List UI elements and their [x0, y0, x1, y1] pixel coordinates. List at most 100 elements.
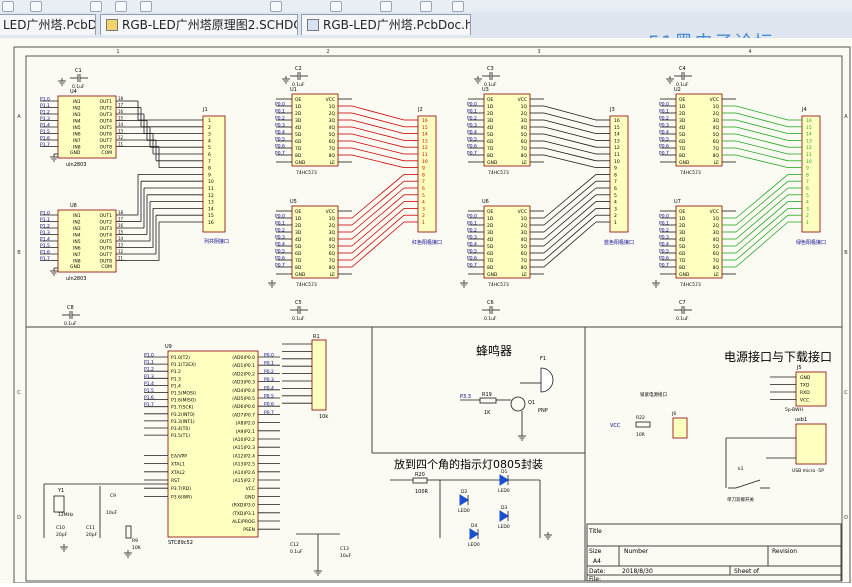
zone-row-label: D [844, 515, 848, 521]
chip-pin-name: 3Q [713, 230, 720, 236]
chip-pin-name: 4D [679, 125, 686, 131]
chip-pin-name: 8Q [329, 153, 336, 159]
pin-number: 15 [118, 230, 124, 235]
net-label: P0.5 [467, 249, 477, 255]
bus-icon[interactable] [330, 1, 342, 12]
capacitor-ref: C2 [295, 66, 302, 72]
chip-pin-name: 3D [679, 230, 686, 236]
capacitor-ref: C7 [679, 300, 686, 306]
pin-number: 14 [422, 132, 428, 138]
new-icon[interactable] [2, 1, 14, 12]
chip-pin-name: LE [714, 272, 720, 278]
chip-name: 74HC573 [488, 282, 509, 288]
chip-name: 74HC573 [488, 170, 509, 176]
tab-htm[interactable]: RGB-LED广州塔.PcbDoc.htm [301, 14, 471, 35]
net-label: P0.2 [275, 116, 285, 122]
chip-pin-name: OUT7 [100, 252, 113, 258]
chip-pin-name: OE [487, 97, 494, 103]
wire-icon[interactable] [270, 1, 282, 12]
undo-icon[interactable] [115, 1, 127, 12]
chip-pin-name: 8Q [713, 265, 720, 271]
pin-number: 18 [118, 96, 124, 101]
net-label: P0.7 [275, 151, 285, 157]
net-label: P0.6 [659, 256, 669, 262]
net-label: P0.4 [659, 242, 669, 248]
chip-pin-name: 6D [679, 251, 686, 257]
place-icon[interactable] [420, 1, 432, 12]
pin-number: 4 [806, 200, 809, 206]
delete-icon[interactable] [452, 1, 464, 12]
chip-ref: U5 [290, 199, 297, 205]
capacitor-value: 0.1uF [64, 321, 77, 327]
chip-pin-name: LE [522, 160, 528, 166]
chip-pin-name: 1Q [713, 104, 720, 110]
connector-name: USB micro -5P [792, 468, 824, 474]
chip-name: uln2803 [66, 276, 86, 282]
chip-pin-name: LE [330, 160, 336, 166]
chip-pin-name: OUT7 [100, 138, 113, 144]
chip-pin-name: OUT8 [100, 145, 113, 151]
capacitor-ref: C13 [340, 546, 349, 552]
resistor-network [311, 339, 327, 411]
capacitor-ref: C3 [487, 66, 494, 72]
capacitor-ref: C11 [86, 525, 95, 531]
net-label: P0.0 [659, 214, 669, 220]
net-label: P0.7 [467, 263, 477, 269]
capacitor-ref: C8 [67, 305, 74, 311]
open-icon[interactable] [30, 1, 42, 12]
chip-pin-name: 8D [487, 153, 494, 159]
led-label: LED0 [498, 488, 510, 494]
pin-number: 10 [806, 159, 812, 165]
net-label: P0.3 [264, 377, 274, 383]
pin-number: 1 [422, 220, 425, 226]
connector-label: 红色阳极接口 [412, 239, 442, 246]
chip-pin-name: VCC [518, 209, 527, 215]
net-label: P1.4 [144, 381, 154, 387]
capacitor-value: 0.1uF [484, 316, 497, 322]
chip-pin-name: OUT3 [100, 112, 113, 118]
pin-number: 15 [422, 125, 428, 131]
pin-number: 7 [614, 179, 617, 185]
chip-pin-name: 1Q [713, 216, 720, 222]
chip-pin-name: 4Q [329, 125, 336, 131]
redo-icon[interactable] [140, 1, 152, 12]
pin-number: 12 [118, 135, 124, 140]
mcu-pin-name: EA/VPP [171, 453, 187, 459]
tb-date-val: 2018/8/30 [622, 568, 653, 575]
connector-pin: VCC [800, 398, 809, 404]
chip-pin-name: 8D [679, 153, 686, 159]
chip-pin-name: 2D [679, 111, 686, 117]
net-label: P0.7 [659, 151, 669, 157]
chip-pin-name: IN8 [73, 259, 81, 265]
net-label: P1.1 [40, 103, 50, 109]
net-label: P0.1 [467, 109, 477, 115]
tab-pcbdoc[interactable]: LED广州塔.PcbDoc [0, 14, 96, 35]
chip-pin-name: 2D [295, 111, 302, 117]
pin-number: 2 [614, 213, 617, 219]
tab-schdoc[interactable]: RGB-LED广州塔原理图2.SCHDOC [100, 14, 298, 35]
chip-pin-name: 1Q [329, 104, 336, 110]
mcu-pin-name: (RXD)P3.0 [232, 503, 255, 509]
chip-pin-name: GND [487, 160, 498, 166]
chip-pin-name: VCC [710, 97, 719, 103]
zone-column-label: 2 [326, 49, 329, 55]
mcu-pin-name: (AD2)P0.2 [232, 371, 255, 377]
pin-number: 6 [422, 186, 425, 192]
tb-file: File: [589, 576, 601, 583]
save-icon[interactable] [90, 1, 102, 12]
pin-number: 11 [208, 186, 214, 192]
pin-number: 13 [118, 129, 124, 134]
pin-number: 2 [208, 125, 211, 131]
resistor-ref: R9 [132, 538, 138, 544]
chip-pin-name: 6Q [329, 251, 336, 257]
chip-name: 74HC573 [296, 282, 317, 288]
mcu-pin-name: (AD5)P0.5 [232, 396, 255, 402]
net-label: P0.5 [275, 137, 285, 143]
mcu-pin-name: (AD1)P0.1 [232, 363, 255, 369]
chip-pin-name: 6Q [521, 251, 528, 257]
schematic-canvas[interactable]: 1234AABBCCDD U4 IN1 OUT1 P1.0 18 IN2 OUT2 P1.1 1… [0, 38, 852, 584]
port-icon[interactable] [380, 1, 392, 12]
pin-number: 3 [806, 206, 809, 212]
net-label: P0.1 [659, 221, 669, 227]
chip-pin-name: COM [101, 264, 112, 270]
